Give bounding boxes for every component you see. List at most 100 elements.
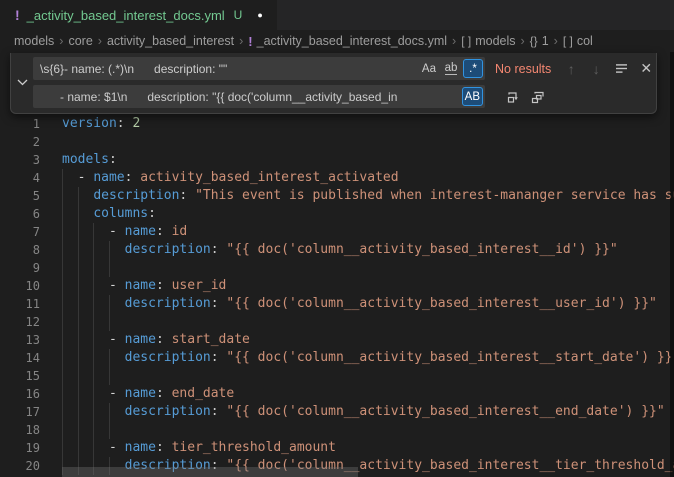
- line-number[interactable]: 18: [0, 421, 40, 439]
- tab-bar: ! _activity_based_interest_docs.yml U ●: [0, 0, 674, 30]
- indent-guide: [109, 259, 110, 277]
- tab-active-file[interactable]: ! _activity_based_interest_docs.yml U ●: [0, 0, 277, 30]
- indent-guide: [78, 187, 79, 205]
- array-symbol-icon: [ ]: [461, 34, 471, 48]
- line-number[interactable]: 10: [0, 277, 40, 295]
- find-widget: \s{6}- name: (.*)\n description: "" Aa a…: [10, 53, 657, 114]
- code-line[interactable]: 18: [0, 421, 674, 439]
- indent-guide: [78, 421, 79, 439]
- close-find-widget-button[interactable]: ✕: [635, 58, 657, 80]
- indent-guide: [93, 349, 94, 367]
- line-content: [62, 259, 674, 277]
- line-number[interactable]: 13: [0, 331, 40, 349]
- code-line[interactable]: 3 models:: [0, 151, 674, 169]
- replace-button[interactable]: [502, 86, 524, 108]
- code-line[interactable]: 12: [0, 313, 674, 331]
- indent-guide: [109, 295, 110, 313]
- find-in-selection-icon: [614, 61, 629, 76]
- line-number[interactable]: 2: [0, 133, 40, 151]
- breadcrumb-item-models[interactable]: models: [14, 34, 54, 48]
- line-number[interactable]: 15: [0, 367, 40, 385]
- indent-guide: [62, 385, 63, 403]
- match-case-button[interactable]: Aa: [419, 59, 439, 78]
- find-input[interactable]: \s{6}- name: (.*)\n description: "" Aa a…: [33, 57, 485, 80]
- breadcrumb-separator: ›: [452, 34, 456, 48]
- code-line[interactable]: 15: [0, 367, 674, 385]
- line-number[interactable]: 7: [0, 223, 40, 241]
- indent-guide: [62, 313, 63, 331]
- line-content: models:: [62, 151, 674, 169]
- code-line[interactable]: 1version: 2: [0, 115, 674, 133]
- breadcrumb-item-col[interactable]: [ ]col: [563, 34, 593, 48]
- indent-guide: [62, 403, 63, 421]
- line-content: description: "This event is published wh…: [62, 187, 674, 205]
- breadcrumb-separator: ›: [239, 34, 243, 48]
- code-line[interactable]: 4 - name: activity_based_interest_activa…: [0, 169, 674, 187]
- code-line[interactable]: 19 - name: tier_threshold_amount: [0, 439, 674, 457]
- indent-guide: [62, 223, 63, 241]
- breadcrumb-separator: ›: [554, 34, 558, 48]
- editor[interactable]: 1version: 223 models:4 - name: activity_b…: [0, 52, 674, 477]
- horizontal-scrollbar[interactable]: [62, 467, 358, 477]
- code-line[interactable]: 7 - name: id: [0, 223, 674, 241]
- line-number[interactable]: 17: [0, 403, 40, 421]
- indent-guide: [62, 439, 63, 457]
- breadcrumb-separator: ›: [59, 34, 63, 48]
- toggle-replace-button[interactable]: [11, 57, 33, 108]
- code-line[interactable]: 8 description: "{{ doc('column__activity…: [0, 241, 674, 259]
- line-number[interactable]: 20: [0, 457, 40, 475]
- indent-guide: [109, 403, 110, 421]
- tab-title: _activity_based_interest_docs.yml: [27, 8, 225, 23]
- modified-dot-close-button[interactable]: ●: [257, 11, 262, 20]
- breadcrumb-item-core[interactable]: core: [68, 34, 92, 48]
- code-line[interactable]: 14 description: "{{ doc('column__activit…: [0, 349, 674, 367]
- line-number[interactable]: 1: [0, 115, 40, 133]
- replace-input[interactable]: - name: $1\n description: "{{ doc('colum…: [33, 85, 485, 108]
- line-content: description: "{{ doc('column__activity_b…: [62, 241, 674, 259]
- indent-guide: [93, 331, 94, 349]
- line-number[interactable]: 9: [0, 259, 40, 277]
- regex-button[interactable]: .*: [463, 59, 483, 78]
- line-number[interactable]: 14: [0, 349, 40, 367]
- breadcrumb-item-1[interactable]: {}1: [530, 34, 549, 48]
- line-number[interactable]: 11: [0, 295, 40, 313]
- next-match-button[interactable]: ↓: [585, 58, 607, 80]
- code-line[interactable]: 11 description: "{{ doc('column__activit…: [0, 295, 674, 313]
- line-number[interactable]: 8: [0, 241, 40, 259]
- breadcrumb-item-models[interactable]: [ ]models: [461, 34, 515, 48]
- code-line[interactable]: 10 - name: user_id: [0, 277, 674, 295]
- line-number[interactable]: 12: [0, 313, 40, 331]
- line-number[interactable]: 4: [0, 169, 40, 187]
- indent-guide: [78, 313, 79, 331]
- line-number[interactable]: 19: [0, 439, 40, 457]
- breadcrumb-label: _activity_based_interest_docs.yml: [257, 34, 447, 48]
- line-number[interactable]: 5: [0, 187, 40, 205]
- code-line[interactable]: 6 columns:: [0, 205, 674, 223]
- indent-guide: [78, 205, 79, 223]
- code-line[interactable]: 13 - name: start_date: [0, 331, 674, 349]
- indent-guide: [62, 421, 63, 439]
- code-line[interactable]: 16 - name: end_date: [0, 385, 674, 403]
- indent-guide: [93, 403, 94, 421]
- find-in-selection-button[interactable]: [610, 58, 632, 80]
- indent-guide: [62, 187, 63, 205]
- line-content: - name: tier_threshold_amount: [62, 439, 674, 457]
- line-number[interactable]: 6: [0, 205, 40, 223]
- indent-guide: [93, 223, 94, 241]
- line-number[interactable]: 16: [0, 385, 40, 403]
- find-input-value: \s{6}- name: (.*)\n description: "": [40, 62, 417, 76]
- previous-match-button[interactable]: ↑: [560, 58, 582, 80]
- code-line[interactable]: 5 description: "This event is published …: [0, 187, 674, 205]
- code-line[interactable]: 2: [0, 133, 674, 151]
- replace-all-button[interactable]: [527, 86, 549, 108]
- breadcrumb-item--activity-based-interest-docs-yml[interactable]: !_activity_based_interest_docs.yml: [248, 34, 447, 49]
- line-number[interactable]: 3: [0, 151, 40, 169]
- breadcrumb-item-activity-based-interest[interactable]: activity_based_interest: [107, 34, 234, 48]
- whole-word-button[interactable]: ab: [441, 59, 461, 78]
- vscode-window: ! _activity_based_interest_docs.yml U ● …: [0, 0, 674, 477]
- line-content: description: "{{ doc('column__activity_b…: [62, 349, 674, 367]
- code-line[interactable]: 17 description: "{{ doc('column__activit…: [0, 403, 674, 421]
- indent-guide: [93, 439, 94, 457]
- preserve-case-button[interactable]: AB: [462, 87, 483, 106]
- code-line[interactable]: 9: [0, 259, 674, 277]
